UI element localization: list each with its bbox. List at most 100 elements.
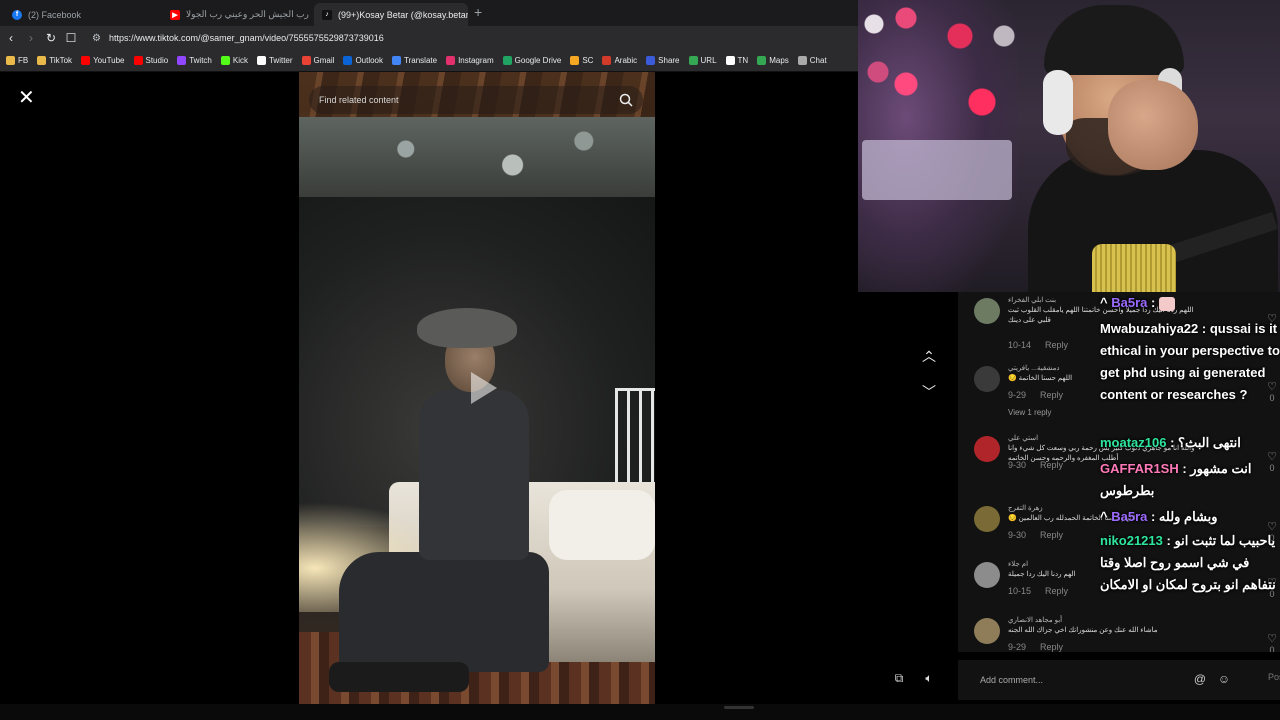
avatar[interactable]	[974, 562, 1000, 588]
chat-message: moataz106 : انتهى البث؟	[1100, 435, 1241, 450]
bookmark-gmail[interactable]: Gmail	[301, 56, 334, 65]
chat-message: ^ Ba5ra : وبشام ولله	[1100, 509, 1218, 524]
outlook-icon	[343, 56, 353, 65]
bookmark-maps[interactable]: Maps	[757, 56, 789, 65]
reply-button[interactable]: Reply	[1040, 390, 1063, 400]
post-button[interactable]: Post	[1268, 672, 1280, 682]
reply-button[interactable]: Reply	[1040, 642, 1063, 652]
bookmark-youtube[interactable]: YouTube	[81, 56, 125, 65]
webcam-person-hand	[1108, 80, 1198, 170]
chat-icon	[797, 56, 807, 65]
reply-button[interactable]: Reply	[1045, 340, 1068, 350]
reply-button[interactable]: Reply	[1045, 586, 1068, 596]
next-video-icon[interactable]: ﹀	[918, 381, 940, 403]
avatar[interactable]	[974, 506, 1000, 532]
video-player[interactable]	[299, 72, 655, 706]
folder-icon	[6, 56, 15, 65]
comment-composer: Add comment... @ ☺ Post	[958, 660, 1280, 700]
tab-facebook[interactable]: f (2) Facebook	[4, 3, 160, 26]
avatar[interactable]	[974, 298, 1000, 324]
bottom-strip	[0, 704, 1280, 720]
url-text: https://www.tiktok.com/@samer_gnam/video…	[108, 33, 384, 43]
add-comment-input[interactable]: Add comment...	[980, 670, 1170, 690]
bookmark-translate[interactable]: Translate	[392, 56, 437, 65]
search-icon[interactable]	[619, 93, 633, 107]
chat-username: GAFFAR1SH	[1100, 461, 1179, 476]
avatar[interactable]	[974, 366, 1000, 392]
tab-youtube[interactable]: ▶ عيني رب الجيش الحر وعيني رب الجولا...	[162, 3, 312, 26]
browser-window: f (2) Facebook ▶ عيني رب الجيش الحر وعين…	[0, 0, 935, 720]
heart-icon[interactable]: ♡	[1266, 632, 1278, 645]
site-settings-icon[interactable]: ⚙	[92, 33, 101, 44]
folder-icon	[37, 56, 47, 65]
related-search-bar[interactable]: Find related content	[309, 86, 643, 114]
bookmark-label: TN	[737, 56, 749, 65]
video-frame-shoes	[329, 662, 469, 692]
chat-text: وبشام ولله	[1158, 509, 1218, 524]
comment-author[interactable]: دمشقية... يافريتي	[1008, 364, 1059, 372]
emoji-icon[interactable]: ☺	[1216, 671, 1232, 687]
arabic-icon	[602, 56, 612, 65]
webcam-microphone	[1092, 244, 1176, 292]
close-icon[interactable]: ✕	[18, 88, 35, 108]
like-button[interactable]: ♡ 0	[1266, 632, 1278, 652]
drive-icon	[502, 56, 512, 65]
bookmark-studio[interactable]: Studio	[133, 56, 168, 65]
scrollbar[interactable]	[724, 706, 754, 709]
search-input[interactable]: Find related content	[319, 95, 399, 105]
gmail-icon	[301, 56, 311, 65]
bookmark-label: Translate	[404, 56, 438, 65]
bookmark-fb[interactable]: FB	[6, 56, 28, 65]
avatar[interactable]	[974, 436, 1000, 462]
reply-button[interactable]: Reply	[1040, 460, 1063, 470]
avatar[interactable]	[974, 618, 1000, 644]
chat-username: Ba5ra	[1111, 509, 1148, 524]
bookmark-twitch[interactable]: Twitch	[177, 56, 212, 65]
chat-caret: ^	[1100, 295, 1112, 310]
back-icon[interactable]: ‹	[2, 31, 20, 45]
view-replies-button[interactable]: View 1 reply	[1008, 408, 1051, 417]
bookmark-star-icon[interactable]: ☐	[62, 31, 80, 45]
bookmark-twitter[interactable]: Twitter	[256, 56, 293, 65]
url-icon	[688, 56, 698, 65]
bookmark-label: YouTube	[93, 56, 125, 65]
new-tab-button[interactable]: +	[474, 4, 482, 20]
bookmark-tiktok[interactable]: TikTok	[37, 56, 72, 65]
bookmark-google-drive[interactable]: Google Drive	[502, 56, 561, 65]
volume-icon[interactable]: 🔈︎	[920, 671, 938, 689]
bookmark-sc[interactable]: SC	[570, 56, 593, 65]
bookmark-outlook[interactable]: Outlook	[343, 56, 383, 65]
comment-author[interactable]: ام جلاء	[1008, 560, 1028, 568]
video-frame-hat	[417, 308, 517, 348]
bookmarks-bar: FB TikTok YouTube Studio Twitch Kick Twitter Gm…	[0, 50, 858, 72]
bookmark-instagram[interactable]: Instagram	[446, 56, 494, 65]
tab-label: (99+)Kosay Betar (@kosay.betar...	[338, 9, 468, 20]
reload-icon[interactable]: ↻	[42, 31, 60, 45]
bookmark-label: Instagram	[458, 56, 494, 65]
chat-text: انتهى البث؟	[1178, 435, 1241, 450]
comment-author[interactable]: بنت ابلي الفخراء	[1008, 296, 1056, 304]
bookmark-chat[interactable]: Chat	[797, 56, 827, 65]
tab-tiktok[interactable]: ♪ (99+)Kosay Betar (@kosay.betar... ×	[314, 3, 468, 26]
bookmark-url[interactable]: URL	[688, 56, 717, 65]
forward-icon[interactable]: ›	[22, 31, 40, 45]
chat-message: niko21213 : ياحبيب لما تثبت انو في شي اس…	[1100, 533, 1276, 592]
bookmark-tn[interactable]: TN	[725, 56, 749, 65]
comment-author[interactable]: زهرة التفرج	[1008, 504, 1043, 512]
chat-message: GAFFAR1SH : انت مشهور بطرطوس	[1100, 461, 1252, 498]
address-bar[interactable]: ⚙ https://www.tiktok.com/@samer_gnam/vid…	[88, 29, 858, 47]
mention-icon[interactable]: @	[1192, 671, 1208, 687]
youtube-icon: ▶	[170, 9, 180, 20]
bookmark-arabic[interactable]: Arabic	[602, 56, 637, 65]
bookmark-share[interactable]: Share	[646, 56, 680, 65]
play-icon[interactable]	[461, 368, 501, 408]
bookmark-kick[interactable]: Kick	[220, 56, 248, 65]
reply-button[interactable]: Reply	[1040, 530, 1063, 540]
previous-video-icon[interactable]: ︿	[918, 345, 940, 367]
comment-author[interactable]: أبو مجاهد الانصاري	[1008, 616, 1062, 624]
chat-message: ^ Ba5ra :	[1100, 292, 1280, 314]
picture-in-picture-icon[interactable]: ⧉	[890, 671, 908, 689]
chat-username: moataz106	[1100, 435, 1167, 450]
comment-date: 9-29	[1008, 642, 1027, 652]
comment-author[interactable]: استي علي	[1008, 434, 1038, 442]
